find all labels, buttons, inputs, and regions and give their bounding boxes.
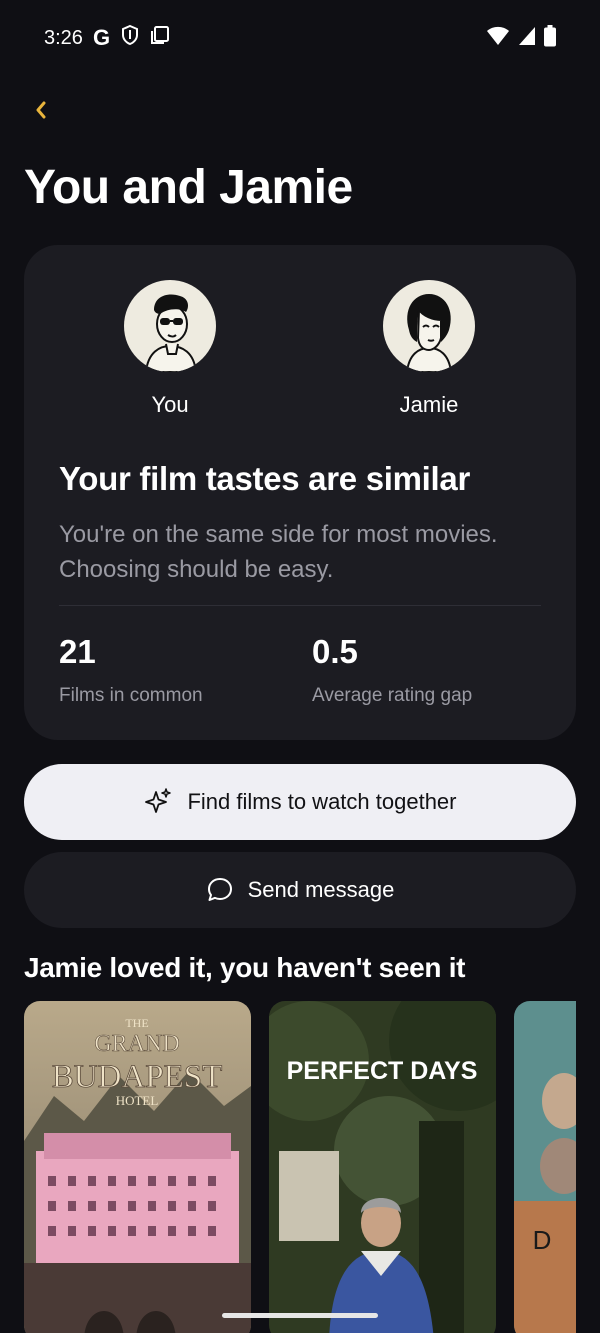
film-poster[interactable]: PERFECT DAYS (269, 1001, 496, 1333)
stat-label: Films in common (59, 685, 203, 706)
chat-bubble-icon (207, 878, 232, 901)
poster-title-sub: HOTEL (116, 1093, 159, 1108)
find-films-label: Find films to watch together (187, 789, 457, 814)
battery-icon (544, 24, 556, 52)
film-poster[interactable]: THE GRAND BUDAPEST HOTEL (24, 1001, 251, 1333)
stat-average-rating-gap: 0.5 Average rating gap (312, 633, 472, 707)
taste-comparison-card: You Jamie Your film tastes are similar Y… (24, 245, 576, 740)
stat-value: 21 (59, 633, 96, 670)
page-title: You and Jamie (24, 161, 353, 214)
signal-icon (518, 26, 536, 51)
taste-description: You're on the same side for most movies.… (59, 521, 498, 583)
film-carousel[interactable]: THE GRAND BUDAPEST HOTEL PERFECT DAYS D (24, 1001, 576, 1333)
wifi-icon (486, 26, 510, 51)
status-bar: 3:26 G (0, 0, 600, 76)
user-profile-jamie[interactable]: Jamie (369, 280, 489, 418)
sparkles-icon (145, 788, 172, 813)
google-icon: G (92, 25, 111, 50)
avatar-jamie (383, 280, 475, 372)
you-label: You (151, 392, 189, 417)
stat-value: 0.5 (312, 633, 358, 670)
shield-icon (120, 24, 140, 52)
back-button[interactable] (26, 92, 56, 128)
stat-films-in-common: 21 Films in common (59, 633, 203, 707)
stat-label: Average rating gap (312, 685, 473, 706)
chevron-left-icon (36, 101, 46, 119)
poster-title-main2: BUDAPEST (52, 1059, 223, 1095)
screen-icon (150, 25, 170, 51)
film-poster[interactable]: D (514, 1001, 576, 1333)
jamie-label: Jamie (399, 392, 459, 417)
divider (59, 605, 541, 606)
poster-title-main: GRAND (94, 1031, 179, 1057)
section-title: Jamie loved it, you haven't seen it (24, 952, 466, 983)
avatar-you (124, 280, 216, 372)
status-time: 3:26 (44, 26, 83, 49)
status-left: 3:26 G (44, 24, 170, 52)
status-right (486, 24, 556, 52)
send-message-button[interactable]: Send message (24, 852, 576, 928)
poster-title-main: PERFECT DAYS (287, 1057, 478, 1085)
find-films-button[interactable]: Find films to watch together (24, 764, 576, 840)
poster-title-top: THE (125, 1016, 148, 1030)
poster-title-main: D (533, 1225, 552, 1255)
home-indicator[interactable] (222, 1313, 378, 1318)
taste-heading: Your film tastes are similar (59, 460, 470, 497)
send-message-label: Send message (247, 877, 395, 902)
user-profile-you[interactable]: You (110, 280, 230, 418)
